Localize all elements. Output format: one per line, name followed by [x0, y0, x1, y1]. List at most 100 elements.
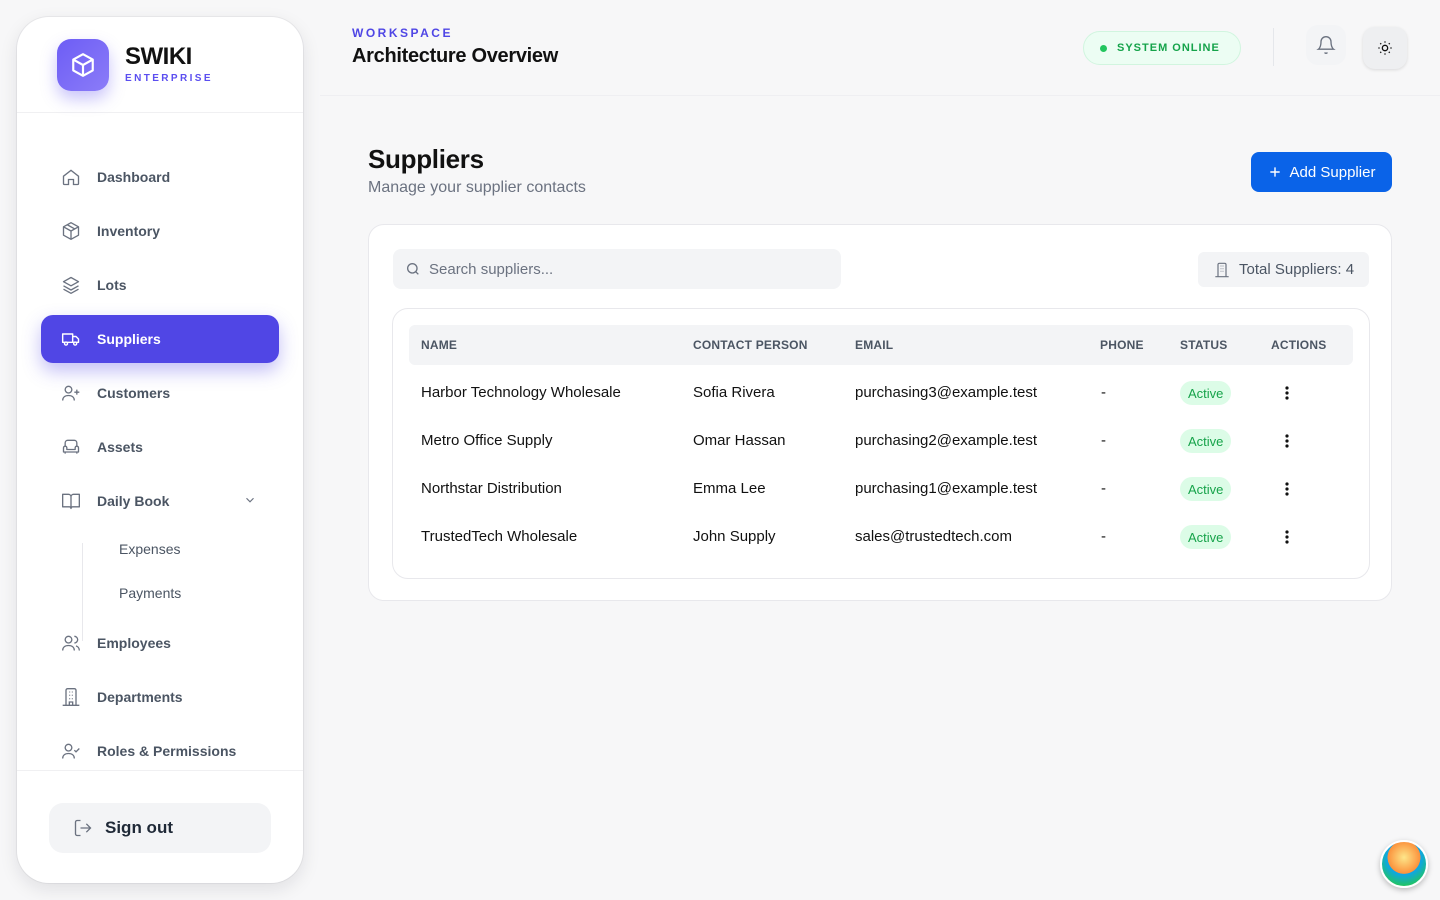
add-supplier-label: Add Supplier	[1289, 163, 1376, 181]
sidebar-subitem-payments[interactable]: Payments	[119, 585, 181, 601]
sidebar-item-assets[interactable]: Assets	[41, 423, 279, 471]
sidebar-item-label: Employees	[97, 635, 171, 651]
book-open-icon	[61, 491, 81, 511]
sidebar-item-label: Customers	[97, 385, 171, 401]
supplier-email: sales@trustedtech.com	[855, 528, 1012, 545]
supplier-email: purchasing2@example.test	[855, 432, 1037, 449]
contact-person: Sofia Rivera	[693, 384, 775, 401]
home-icon	[61, 167, 81, 187]
status-badge: Active	[1180, 429, 1232, 453]
sidebar-item-label: Roles & Permissions	[97, 743, 237, 759]
search-field[interactable]	[393, 249, 841, 289]
sidebar-item-label: Assets	[97, 439, 143, 455]
suppliers-card: Total Suppliers: 4 NAME CONTACT PERSON E…	[368, 224, 1392, 601]
plus-icon	[1268, 165, 1282, 179]
users-icon	[61, 633, 81, 653]
supplier-phone: -	[1101, 432, 1106, 449]
sign-out-button[interactable]: Sign out	[49, 803, 271, 853]
more-vertical-icon[interactable]	[1277, 479, 1297, 499]
sidebar-item-inventory[interactable]: Inventory	[41, 207, 279, 255]
bell-icon	[1316, 35, 1336, 55]
supplier-name: Harbor Technology Wholesale	[421, 384, 621, 401]
status-badge: Active	[1180, 525, 1232, 549]
building-icon	[1214, 262, 1230, 278]
sidebar-item-label: Dashboard	[97, 169, 171, 185]
column-header-status[interactable]: STATUS	[1180, 338, 1227, 352]
package-icon	[61, 221, 81, 241]
system-status-badge: SYSTEM ONLINE	[1083, 31, 1241, 65]
supplier-phone: -	[1101, 384, 1106, 401]
sidebar-item-label: Departments	[97, 689, 183, 705]
box-logo-icon[interactable]	[57, 39, 109, 91]
supplier-phone: -	[1101, 480, 1106, 497]
user-plus-icon	[61, 383, 81, 403]
supplier-email: purchasing3@example.test	[855, 384, 1037, 401]
top-bar: WORKSPACE Architecture Overview SYSTEM O…	[320, 0, 1440, 96]
notifications-button[interactable]	[1306, 25, 1346, 65]
sidebar-item-roles-permissions[interactable]: Roles & Permissions	[41, 727, 279, 775]
supplier-email: purchasing1@example.test	[855, 480, 1037, 497]
sidebar-subitem-expenses[interactable]: Expenses	[119, 541, 180, 557]
sidebar-item-label: Inventory	[97, 223, 161, 239]
brand-name: SWIKI	[125, 43, 192, 70]
page-title: Suppliers	[368, 144, 484, 174]
supplier-phone: -	[1101, 528, 1106, 545]
column-header-name[interactable]: NAME	[421, 338, 457, 352]
status-badge: Active	[1180, 381, 1232, 405]
supplier-name: Northstar Distribution	[421, 480, 562, 497]
theme-toggle-button[interactable]	[1363, 27, 1407, 69]
more-vertical-icon[interactable]	[1277, 527, 1297, 547]
total-suppliers-text: Total Suppliers: 4	[1239, 261, 1355, 278]
system-status-text: SYSTEM ONLINE	[1117, 42, 1220, 54]
workspace-title: Architecture Overview	[352, 45, 559, 67]
sidebar-item-employees[interactable]: Employees	[41, 619, 279, 667]
building-icon	[61, 687, 81, 707]
layers-icon	[61, 275, 81, 295]
page-subtitle: Manage your supplier contacts	[368, 179, 586, 196]
supplier-name: Metro Office Supply	[421, 432, 553, 449]
sidebar-item-label: Daily Book	[97, 493, 170, 509]
suppliers-table: NAME CONTACT PERSON EMAIL PHONE STATUS A…	[392, 308, 1370, 579]
sign-out-label: Sign out	[105, 818, 173, 837]
assistant-avatar[interactable]	[1380, 840, 1428, 888]
armchair-icon	[61, 437, 81, 457]
table-row[interactable]: TrustedTech Wholesale John Supply sales@…	[409, 513, 1353, 561]
contact-person: Omar Hassan	[693, 432, 786, 449]
contact-person: Emma Lee	[693, 480, 766, 497]
sidebar-item-dashboard[interactable]: Dashboard	[41, 153, 279, 201]
column-header-contact[interactable]: CONTACT PERSON	[693, 338, 808, 352]
column-header-phone[interactable]: PHONE	[1100, 338, 1144, 352]
divider	[17, 770, 303, 771]
log-out-icon	[73, 818, 93, 838]
sidebar-item-label: Suppliers	[97, 331, 161, 347]
brand-subtitle: ENTERPRISE	[125, 73, 213, 84]
sidebar-item-lots[interactable]: Lots	[41, 261, 279, 309]
table-row[interactable]: Northstar Distribution Emma Lee purchasi…	[409, 465, 1353, 513]
search-input[interactable]	[429, 260, 809, 278]
more-vertical-icon[interactable]	[1277, 383, 1297, 403]
truck-icon	[61, 329, 81, 349]
sidebar-item-suppliers[interactable]: Suppliers	[41, 315, 279, 363]
more-vertical-icon[interactable]	[1277, 431, 1297, 451]
sun-icon	[1377, 40, 1393, 56]
chevron-down-icon[interactable]	[243, 493, 257, 510]
column-header-actions: ACTIONS	[1271, 338, 1327, 352]
workspace-label: WORKSPACE	[352, 26, 453, 40]
search-icon	[405, 261, 421, 277]
sidebar-item-label: Lots	[97, 277, 127, 293]
table-row[interactable]: Metro Office Supply Omar Hassan purchasi…	[409, 417, 1353, 465]
brand-header: SWIKI ENTERPRISE	[17, 17, 303, 113]
column-header-email[interactable]: EMAIL	[855, 338, 893, 352]
table-row[interactable]: Harbor Technology Wholesale Sofia Rivera…	[409, 369, 1353, 417]
sidebar-item-departments[interactable]: Departments	[41, 673, 279, 721]
table-header: NAME CONTACT PERSON EMAIL PHONE STATUS A…	[409, 325, 1353, 365]
status-dot-icon	[1100, 44, 1107, 52]
add-supplier-button[interactable]: Add Supplier	[1251, 152, 1392, 192]
sidebar-item-customers[interactable]: Customers	[41, 369, 279, 417]
supplier-name: TrustedTech Wholesale	[421, 528, 578, 545]
header-divider	[1273, 28, 1274, 66]
sidebar-item-daily-book[interactable]: Daily Book	[41, 477, 279, 525]
total-suppliers-badge: Total Suppliers: 4	[1198, 252, 1369, 287]
user-check-icon	[61, 741, 81, 761]
status-badge: Active	[1180, 477, 1232, 501]
